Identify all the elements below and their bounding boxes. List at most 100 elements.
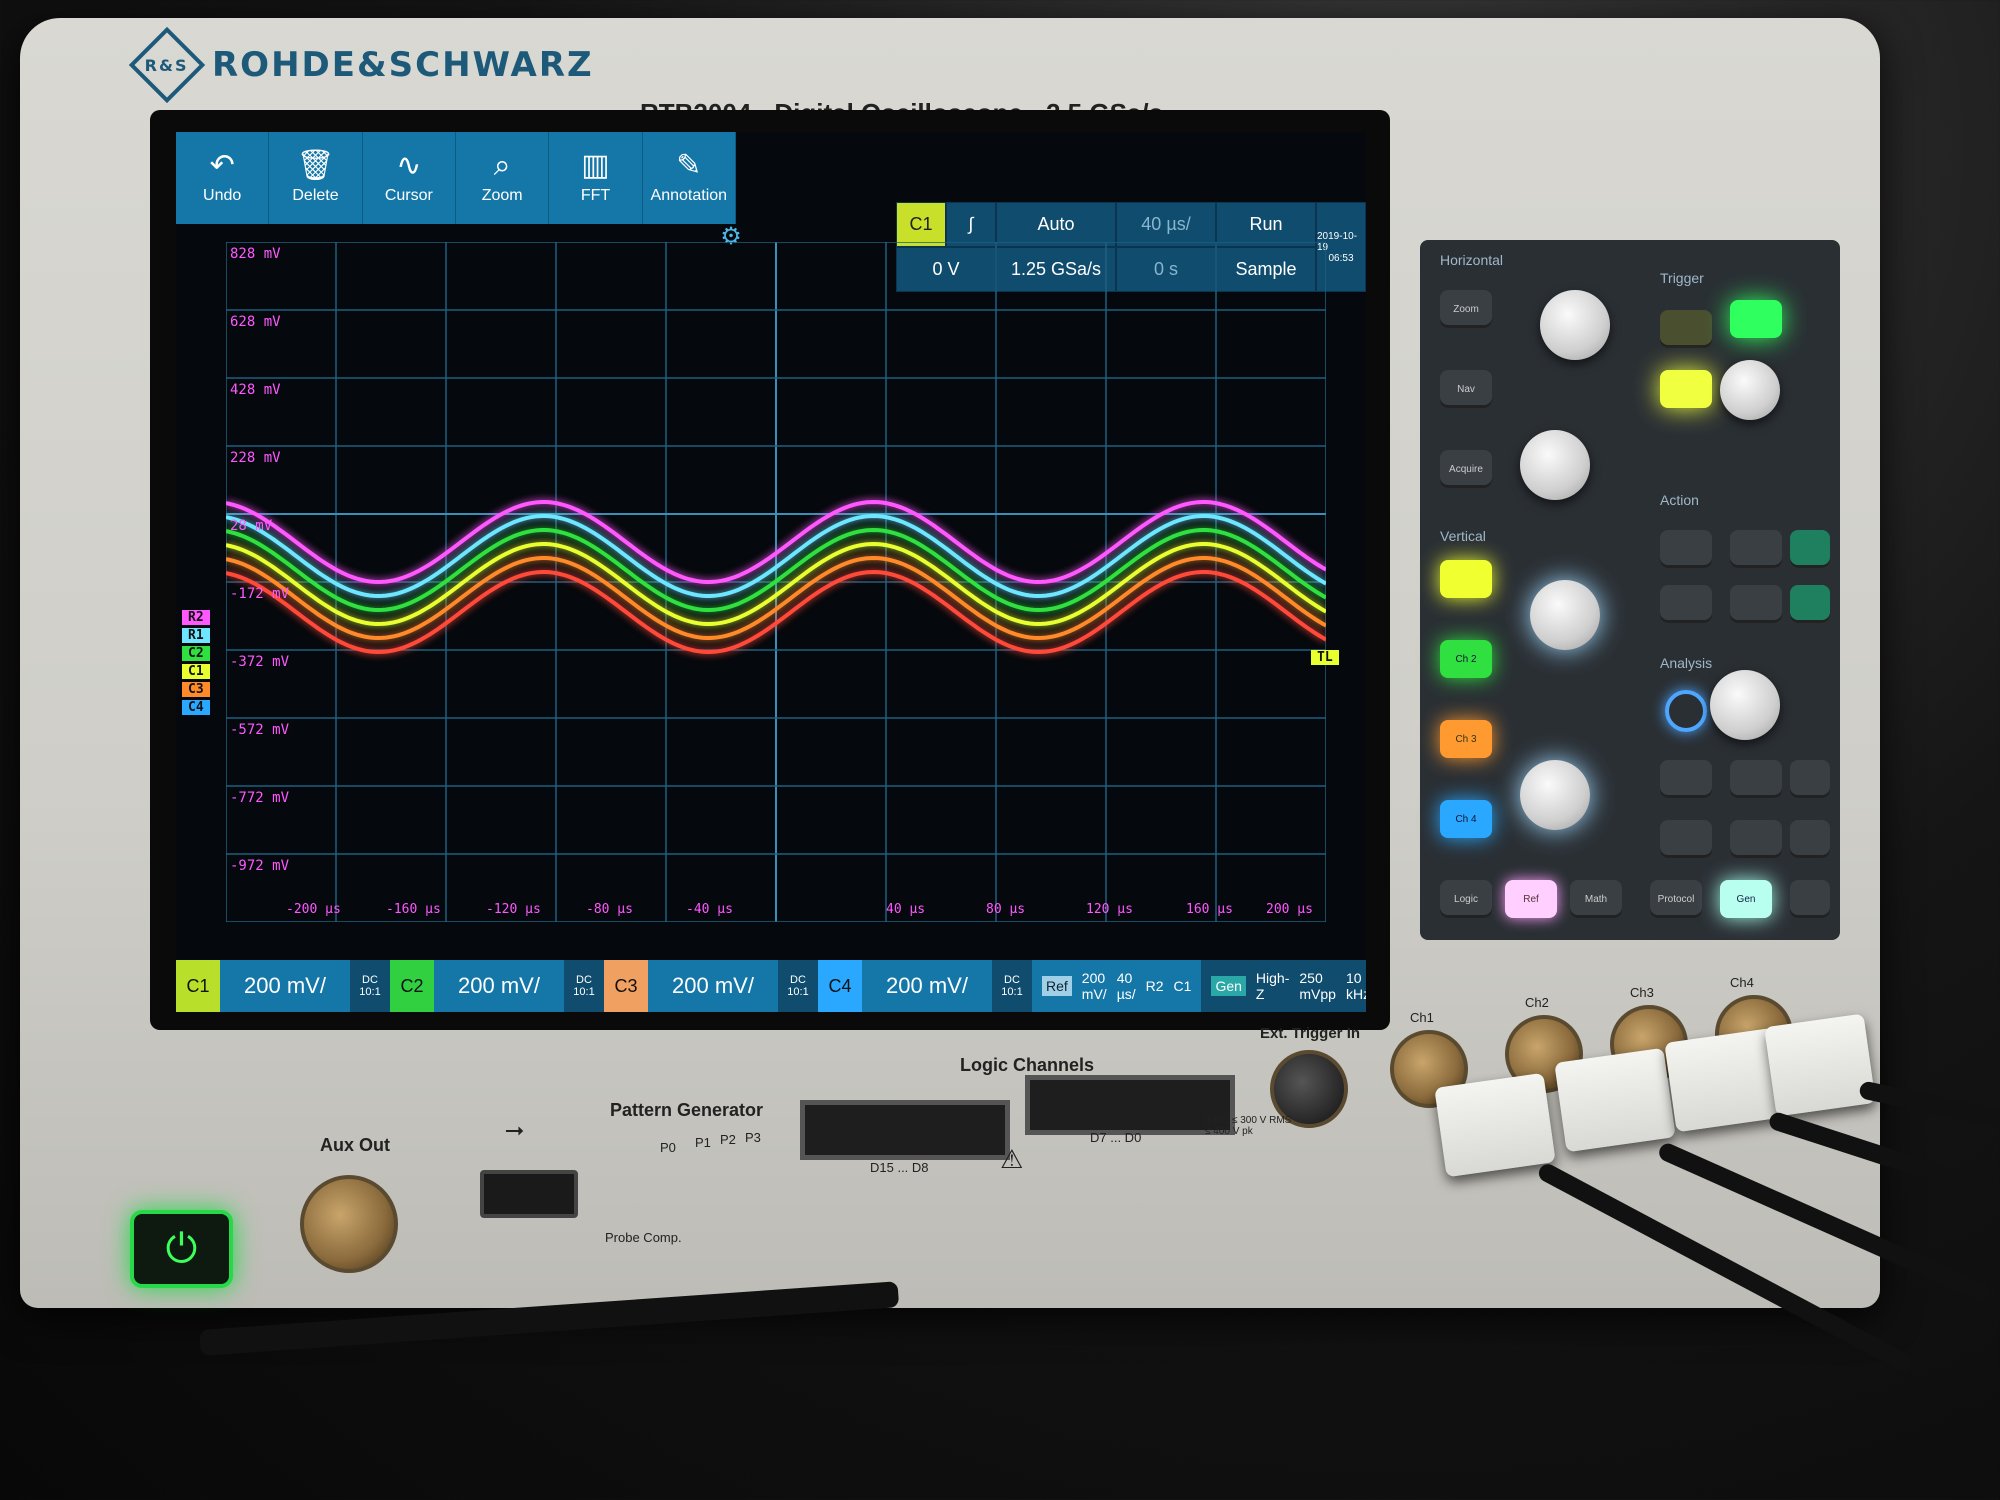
screenshot-key[interactable] — [1660, 530, 1712, 568]
probe-ratio: 10:1 — [573, 986, 595, 998]
toolbar-annotation-button[interactable]: ✎ Annotation — [643, 132, 736, 224]
analysis-key-3[interactable] — [1790, 760, 1830, 798]
channel-scale[interactable]: 200 mV/ — [648, 960, 778, 1012]
timebase[interactable]: 40 µs/ — [1116, 202, 1216, 247]
analysis-key-4[interactable] — [1660, 820, 1712, 858]
pencil-icon: ✎ — [676, 149, 702, 182]
scale-knob[interactable] — [1520, 430, 1590, 500]
protocol-key[interactable]: Protocol — [1650, 880, 1702, 918]
pattern-generator-label: Pattern Generator — [610, 1100, 764, 1120]
cursor-key[interactable] — [1660, 760, 1712, 798]
toolbar-zoom-button[interactable]: ⌕ Zoom — [456, 132, 550, 224]
action-key-4[interactable] — [1660, 585, 1712, 623]
math-key[interactable]: Math — [1570, 880, 1622, 918]
pin-p3-label: P3 — [745, 1130, 761, 1145]
trigger-key[interactable] — [1660, 310, 1712, 348]
nav-key[interactable]: Nav — [1440, 370, 1492, 408]
vertical-offset-knob[interactable] — [1530, 580, 1600, 650]
ch1-key[interactable] — [1440, 560, 1492, 598]
channel-marker-c1[interactable]: C1 — [182, 664, 210, 679]
aux-out-label: Aux Out — [320, 1135, 390, 1155]
logic-port-high[interactable] — [800, 1100, 1010, 1160]
display-key[interactable] — [1790, 880, 1830, 918]
gen-amplitude: 250 mVpp — [1299, 970, 1336, 1002]
y-axis-label: 28 mV — [230, 518, 273, 534]
coupling-value: DC — [362, 974, 378, 986]
display-screen: ↶ Undo 🗑 Delete ∿ Cursor ⌕ Zoom ▥ FFT ✎ Annotation … — [176, 132, 1366, 1012]
logic-key[interactable]: Logic — [1440, 880, 1492, 918]
trigger-slope[interactable]: ∫ — [946, 202, 996, 247]
trigger-source[interactable]: C1 — [896, 202, 946, 247]
channel-block-c3[interactable]: C3 200 mV/DC 10:1 — [604, 960, 818, 1012]
channel-scale[interactable]: 200 mV/ — [220, 960, 350, 1012]
toolbar-label: Zoom — [481, 187, 523, 204]
gen-mode: High-Z — [1255, 970, 1290, 1002]
x-axis-label: -160 µs — [386, 902, 441, 917]
y-axis-label: -772 mV — [230, 790, 290, 806]
channel-scale[interactable]: 200 mV/ — [862, 960, 992, 1012]
waveform-area[interactable]: 828 mV 628 mV 428 mV 228 mV 28 mV -172 mV -372… — [182, 241, 1339, 923]
meas-key[interactable] — [1730, 760, 1782, 798]
toolbar-fft-button[interactable]: ▥ FFT — [549, 132, 643, 224]
analysis-key-6[interactable] — [1790, 820, 1830, 858]
undo-icon: ↶ — [209, 149, 235, 182]
channel-marker-r2[interactable]: R2 — [182, 610, 210, 625]
toolbar-undo-button[interactable]: ↶ Undo — [176, 132, 270, 224]
y-axis-label: 428 mV — [230, 382, 281, 398]
zoom-key[interactable]: Zoom — [1440, 290, 1492, 328]
run-state[interactable]: Run — [1216, 202, 1316, 247]
ref-info-block[interactable]: Ref 200 mV/40 µs/R2 C1 — [1032, 960, 1202, 1012]
toolbar-cursor-button[interactable]: ∿ Cursor — [363, 132, 456, 224]
power-button[interactable]: ⏻ — [130, 1210, 233, 1288]
trigger-level-marker[interactable]: TL — [1311, 650, 1339, 665]
ext-trigger-spec: 1 MΩ ≤ 300 V RMS ≤ 400 V pk — [1205, 1115, 1292, 1137]
probe-ratio: 10:1 — [359, 986, 381, 998]
action-key-2[interactable] — [1730, 530, 1782, 568]
coupling-value: DC — [790, 974, 806, 986]
channel-tag[interactable]: C1 — [176, 960, 220, 1012]
y-axis-label: 828 mV — [230, 246, 281, 262]
trigger-led-button[interactable] — [1730, 300, 1782, 338]
acquire-key[interactable]: Acquire — [1440, 450, 1492, 488]
channel-tag[interactable]: C4 — [818, 960, 862, 1012]
ref-key[interactable]: Ref — [1505, 880, 1557, 918]
action-key-6[interactable] — [1790, 585, 1830, 623]
channel-marker-c2[interactable]: C2 — [182, 646, 210, 661]
ch4-key[interactable]: Ch 4 — [1440, 800, 1492, 838]
channel-marker-r1[interactable]: R1 — [182, 628, 210, 643]
toolbar-label: FFT — [580, 187, 611, 204]
channel-marker-c4[interactable]: C4 — [182, 700, 210, 715]
generator-info-block[interactable]: GenHigh-Z250 mVpp10 kHzMenu — [1201, 960, 1366, 1012]
zoom-icon: ⌕ — [493, 149, 511, 182]
trigger-mode[interactable]: Auto — [996, 202, 1116, 247]
logic-high-label: D15 ... D8 — [870, 1160, 929, 1175]
vertical-scale-knob[interactable] — [1520, 760, 1590, 830]
toolbar: ↶ Undo 🗑 Delete ∿ Cursor ⌕ Zoom ▥ FFT ✎ Annotation — [176, 132, 736, 224]
channel-block-c4[interactable]: C4 200 mV/DC 10:1 — [818, 960, 1032, 1012]
aux-out-connector[interactable] — [300, 1175, 398, 1273]
channel-coupling: DC 10:1 — [992, 960, 1032, 1012]
gen-key[interactable]: Gen — [1720, 880, 1772, 918]
toolbar-delete-button[interactable]: 🗑 Delete — [269, 132, 363, 224]
channel-block-c1[interactable]: C1 200 mV/DC 10:1 — [176, 960, 390, 1012]
ch3-key[interactable]: Ch 3 — [1440, 720, 1492, 758]
analysis-select-icon[interactable] — [1665, 690, 1707, 732]
channel-block-c2[interactable]: C2 200 mV/DC 10:1 — [390, 960, 604, 1012]
action-key-3[interactable] — [1790, 530, 1830, 568]
channel-scale[interactable]: 200 mV/ — [434, 960, 564, 1012]
trigger-level-knob[interactable] — [1720, 360, 1780, 420]
trigger-level-button[interactable] — [1660, 370, 1712, 408]
channel-tag[interactable]: C3 — [604, 960, 648, 1012]
usb-port[interactable] — [480, 1170, 578, 1218]
ch1-label: Ch1 — [1410, 1010, 1434, 1025]
logic-port-low[interactable] — [1025, 1075, 1235, 1135]
ch2-key[interactable]: Ch 2 — [1440, 640, 1492, 678]
channel-marker-c3[interactable]: C3 — [182, 682, 210, 697]
ref-src: R2 — [1145, 978, 1164, 994]
position-knob[interactable] — [1540, 290, 1610, 360]
universal-knob[interactable] — [1710, 670, 1780, 740]
analysis-key-5[interactable] — [1730, 820, 1782, 858]
channel-tag[interactable]: C2 — [390, 960, 434, 1012]
action-key-5[interactable] — [1730, 585, 1782, 623]
x-axis-label: 160 µs — [1186, 902, 1233, 917]
